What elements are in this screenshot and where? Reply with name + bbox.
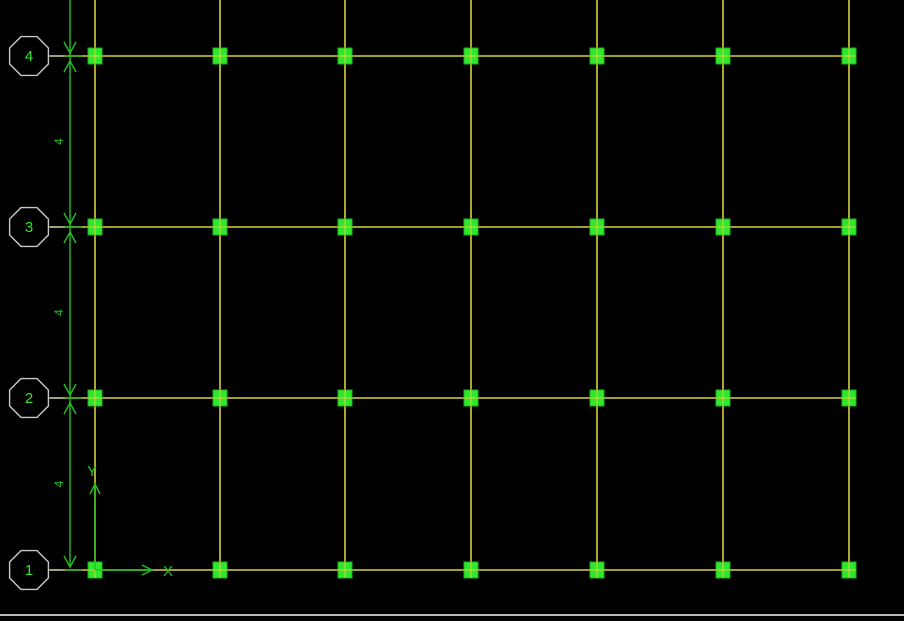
plan-view-drawing[interactable]: 4 4 4 4 3 2 1 Y X	[0, 0, 904, 614]
y-axis-label: Y	[87, 463, 97, 480]
grid-bubble-label: 2	[25, 390, 33, 407]
model-view-canvas[interactable]: 4 4 4 4 3 2 1 Y X	[0, 0, 904, 621]
dimension-label: 4	[52, 138, 66, 145]
dimension-layer: 4 4 4	[52, 0, 82, 571]
grid-bubble-label: 3	[25, 219, 33, 236]
dimension-label: 4	[52, 480, 66, 487]
grid-bubble-label: 1	[25, 562, 33, 579]
grid-bubble-label: 4	[25, 48, 33, 65]
x-axis-label: X	[163, 563, 173, 580]
columns-layer	[87, 47, 857, 579]
dimension-label: 4	[52, 309, 66, 316]
view-bottom-border	[0, 614, 904, 621]
gridlines-layer	[50, 0, 856, 572]
